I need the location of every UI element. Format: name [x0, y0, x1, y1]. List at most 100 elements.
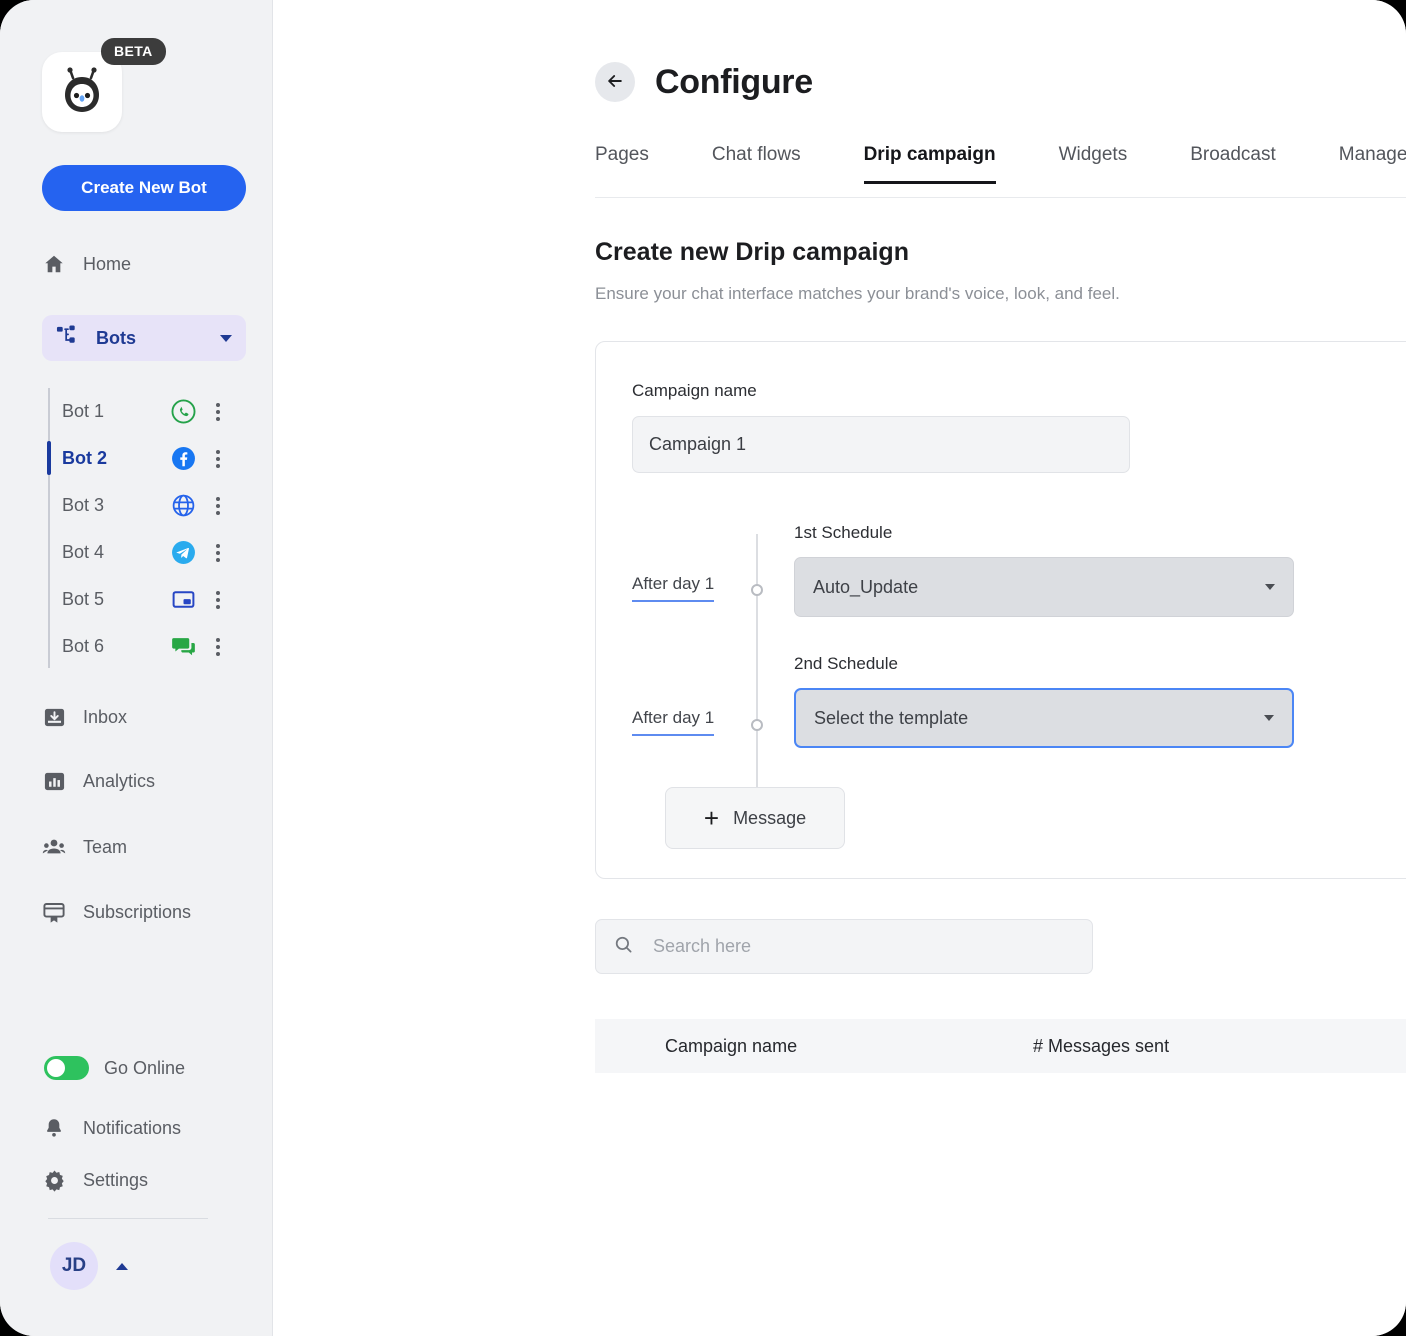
- column-header-messages-sent: # Messages sent: [1033, 1035, 1170, 1056]
- bot-label: Bot 1: [62, 401, 105, 421]
- profile-menu[interactable]: JD: [50, 1242, 128, 1290]
- sidebar-item-label-home: Home: [83, 253, 132, 274]
- bot-options-icon[interactable]: [216, 496, 220, 515]
- subscriptions-icon: [42, 900, 66, 924]
- list-item[interactable]: Bot 5: [48, 576, 248, 623]
- sidebar-item-home[interactable]: Home: [42, 244, 131, 284]
- main-content: Configure Pages Chat flows Drip campaign…: [273, 0, 1406, 1336]
- tab-pages[interactable]: Pages: [595, 140, 649, 183]
- whatsapp-icon: [170, 399, 196, 425]
- sidebar-item-label-notifications: Notifications: [83, 1117, 182, 1138]
- bot-options-icon[interactable]: [216, 449, 220, 468]
- sidebar-item-subscriptions[interactable]: Subscriptions: [42, 892, 191, 932]
- tab-manage[interactable]: Manage: [1339, 140, 1406, 183]
- globe-icon: [170, 493, 196, 519]
- schedule-template-select-1[interactable]: Auto_Update: [794, 557, 1294, 617]
- chevron-up-icon[interactable]: [116, 1262, 128, 1270]
- timeline-node: [751, 719, 763, 731]
- bell-icon: [42, 1116, 66, 1140]
- sidebar-item-analytics[interactable]: Analytics: [42, 761, 155, 801]
- search-icon: [614, 935, 633, 959]
- inbox-icon: [42, 705, 66, 729]
- list-item[interactable]: Bot 1: [48, 388, 248, 435]
- bot-options-icon[interactable]: [216, 402, 220, 421]
- sidebar-item-inbox[interactable]: Inbox: [42, 697, 127, 737]
- sidebar-item-label-team: Team: [83, 836, 128, 857]
- beta-badge: BETA: [101, 38, 166, 65]
- search-input[interactable]: [653, 936, 1074, 957]
- campaign-name-label: Campaign name: [632, 381, 757, 400]
- sidebar-item-settings[interactable]: Settings: [42, 1160, 148, 1200]
- sidebar-item-bots[interactable]: Bots: [42, 315, 246, 361]
- sidebar-item-label-subscriptions: Subscriptions: [83, 901, 192, 922]
- page-title: Configure: [655, 62, 813, 101]
- bot-list: Bot 1 Bot 2 Bot 3 Bot 4 Bot 5 Bot 6: [47, 388, 248, 670]
- sms-chat-icon: [170, 634, 196, 660]
- create-new-bot-button[interactable]: Create New Bot: [42, 165, 246, 211]
- tab-broadcast[interactable]: Broadcast: [1190, 140, 1276, 183]
- sidebar: BETA Create New Bot Home Bots Bot 1 Bot …: [0, 0, 273, 1336]
- home-icon: [42, 252, 66, 276]
- gear-icon: [42, 1168, 66, 1192]
- sidebar-item-notifications[interactable]: Notifications: [42, 1108, 181, 1148]
- tab-chat-flows[interactable]: Chat flows: [712, 140, 801, 183]
- campaign-name-input[interactable]: [632, 416, 1130, 473]
- bot-label: Bot 2: [62, 448, 107, 468]
- tab-bar: Pages Chat flows Drip campaign Widgets B…: [595, 140, 1406, 198]
- campaign-builder-card: Campaign name After day 1 1st Schedule A…: [595, 341, 1406, 879]
- list-item[interactable]: Bot 6: [48, 623, 248, 670]
- app-window: BETA Create New Bot Home Bots Bot 1 Bot …: [0, 0, 1406, 1336]
- logo-area: BETA: [42, 38, 166, 132]
- schedule-template-value-2: Select the template: [814, 707, 969, 728]
- go-online-label: Go Online: [104, 1057, 186, 1078]
- telegram-icon: [170, 540, 196, 566]
- toggle-switch[interactable]: [44, 1056, 89, 1080]
- bot-options-icon[interactable]: [216, 590, 220, 609]
- chevron-down-icon: [1264, 715, 1274, 721]
- page-header: Configure: [595, 62, 813, 102]
- analytics-icon: [42, 769, 66, 793]
- sidebar-item-team[interactable]: Team: [42, 827, 127, 867]
- sidebar-item-label-inbox: Inbox: [83, 706, 128, 727]
- avatar[interactable]: JD: [50, 1242, 98, 1290]
- schedule-title-2: 2nd Schedule: [794, 654, 898, 673]
- timeline-node: [751, 584, 763, 596]
- bot-label: Bot 3: [62, 495, 105, 515]
- chevron-down-icon[interactable]: [220, 334, 232, 342]
- sidebar-item-label-settings: Settings: [83, 1169, 149, 1190]
- facebook-icon: [170, 446, 196, 472]
- sidebar-item-label-bots: Bots: [96, 327, 136, 348]
- add-message-button[interactable]: + Message: [665, 787, 845, 849]
- search-field[interactable]: [595, 919, 1093, 974]
- back-button[interactable]: [595, 62, 635, 102]
- section-title: Create new Drip campaign: [595, 238, 909, 266]
- campaigns-table-header: Campaign name # Messages sent Created at: [595, 1019, 1406, 1073]
- bot-options-icon[interactable]: [216, 543, 220, 562]
- schedule-title-1: 1st Schedule: [794, 523, 893, 542]
- widget-icon: [170, 587, 196, 613]
- schedule-delay-1[interactable]: After day 1: [632, 574, 715, 602]
- schedule-template-value-1: Auto_Update: [813, 576, 919, 597]
- schedule-template-select-2[interactable]: Select the template: [794, 688, 1294, 748]
- bot-options-icon[interactable]: [216, 637, 220, 656]
- tab-drip-campaign[interactable]: Drip campaign: [863, 140, 996, 184]
- team-icon: [42, 835, 66, 859]
- tab-widgets[interactable]: Widgets: [1059, 140, 1128, 183]
- column-header-campaign-name: Campaign name: [665, 1035, 798, 1056]
- bots-network-icon: [56, 324, 79, 352]
- add-message-label: Message: [733, 807, 807, 828]
- go-online-toggle[interactable]: Go Online: [44, 1056, 185, 1080]
- bot-label: Bot 6: [62, 636, 105, 656]
- list-item[interactable]: Bot 4: [48, 529, 248, 576]
- schedule-delay-2[interactable]: After day 1: [632, 708, 715, 736]
- plus-icon: +: [703, 803, 720, 833]
- bot-label: Bot 4: [62, 542, 105, 562]
- chevron-down-icon: [1265, 584, 1275, 590]
- list-item[interactable]: Bot 3: [48, 482, 248, 529]
- section-subtitle: Ensure your chat interface matches your …: [595, 284, 1120, 303]
- schedule-timeline: [751, 534, 763, 819]
- arrow-left-icon: [605, 71, 625, 94]
- bot-label: Bot 5: [62, 589, 105, 609]
- list-item[interactable]: Bot 2: [47, 435, 248, 482]
- sidebar-divider: [48, 1218, 208, 1219]
